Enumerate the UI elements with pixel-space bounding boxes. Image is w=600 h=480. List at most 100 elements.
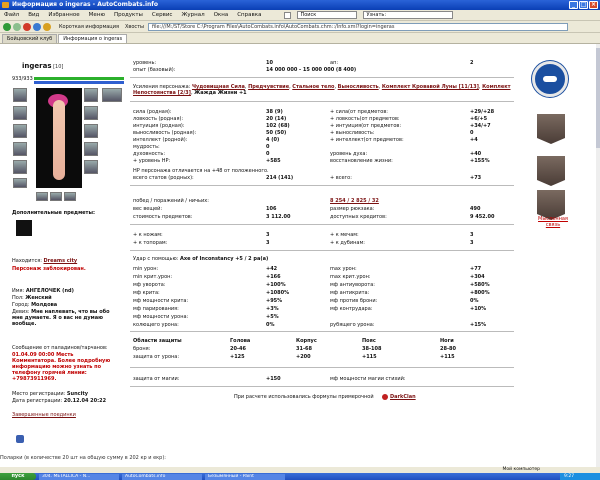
refresh-icon[interactable] [33,22,41,31]
mod-label: мф контрудара: [330,306,373,312]
item-amulet-icon[interactable] [13,106,27,120]
stat-value: 4 (0) [266,137,280,143]
mod-value: +1080% [266,290,290,296]
divider [130,331,514,332]
item-shield-icon[interactable] [84,124,98,138]
menu-help[interactable]: Справка [237,12,261,18]
stats-plus-total-label: + всего: [330,175,352,181]
menu-favorites[interactable]: Избранное [48,12,79,18]
backpack-value: 490 [470,206,481,212]
page-content: ingeras [10] 933/933 Дополнительные пред… [0,44,596,467]
tails-button[interactable]: Хвосты [125,24,144,30]
menu-products[interactable]: Продукты [114,12,143,18]
menu-menu[interactable]: Меню [89,12,105,18]
city-label: Город: [12,302,30,308]
stat-value: 50 (50) [266,130,287,136]
stat-value: +585 [266,158,281,164]
armor-value: 28-80 [440,346,456,352]
stat-value: 0 [266,144,270,150]
item-boots-icon[interactable] [84,160,98,174]
search-combo[interactable]: Поиск [297,11,358,19]
location-link[interactable]: Dreams city [44,258,78,264]
clan-link[interactable]: DarkClan [390,394,416,400]
mental-link[interactable]: Мысленная связь [532,216,574,228]
paladin-msg-5: +79873911969. [12,376,57,382]
axes-value: 3 [266,240,270,246]
short-info-button[interactable]: Короткая информация [59,24,119,30]
axes-label: + к топорам: [133,240,168,246]
item-helmet-icon[interactable] [13,88,27,102]
armor-header: Корпус [296,338,317,344]
completed-battles-link[interactable]: Завершенные поединки [12,412,76,418]
item-gloves-icon[interactable] [84,106,98,120]
stats-total-label: всего статов (родных): [133,175,194,181]
mod-label: max урон: [330,266,357,272]
stat-bonus-value: 0 [470,130,474,136]
sex-value: Женский [25,295,52,301]
reg-place-label: Место регистрации: [12,391,66,397]
item-small2-icon[interactable] [50,192,62,201]
forward-icon[interactable] [13,22,21,31]
item-legs-icon[interactable] [84,142,98,156]
menu-service[interactable]: Сервис [152,12,173,18]
stop-icon[interactable] [23,22,31,31]
buff-blood-moon-set[interactable]: Комплект Кровавой Луны [11/13] [382,84,479,90]
mod-value: 0% [266,322,275,328]
task-autocombats[interactable]: AutoCombats.info [122,473,202,480]
buff-steel-body[interactable]: Стальное тело [292,84,334,90]
swords-value: 3 [470,232,474,238]
item-earring-icon[interactable] [84,88,98,102]
buff-premonition[interactable]: Предчувствие [248,84,289,90]
item-ring-icon[interactable] [13,178,27,188]
items-cost-label: стоимость предметов: [133,214,193,220]
footer-text: Поларки (в количестве 20 шт на общую сум… [0,455,166,461]
mod-value: +95% [266,298,283,304]
scrollbar-thumb[interactable] [596,48,600,148]
tshirt-icon[interactable] [16,220,32,236]
home-icon[interactable] [43,22,51,31]
clubs-label: + к дубинам: [330,240,365,246]
armor-value: +115 [440,354,455,360]
close-button[interactable]: × [589,1,598,9]
item-small3-icon[interactable] [64,192,76,201]
task-metallica[interactable]: 304. METALLICA - N... [39,473,119,480]
menu-journal[interactable]: Журнал [181,12,204,18]
clan-crest-icon[interactable] [532,61,568,97]
real-name: АНГЕЛОЧЕК (nd) [25,288,74,294]
task-paint[interactable]: Безымянный - Paint [205,473,285,480]
menu-view[interactable]: Вид [28,12,39,18]
maximize-button[interactable]: □ [579,1,588,9]
toolbar-icon[interactable] [284,11,292,19]
magic-power-label: мф мощности магии стихий: [330,376,406,382]
stat-label: сила (родная): [133,109,172,115]
formula-note: При расчете использовались формулы приме… [234,394,374,400]
buff-endurance[interactable]: Выносливость [338,84,379,90]
stat-bonus-label: + сила(от предметов: [330,109,388,115]
mod-value: +42 [266,266,278,272]
menu-file[interactable]: Файл [4,12,19,18]
stat-label: духовность: [133,151,166,157]
mod-value: +800% [470,290,490,296]
extra-items-title: Дополнительные предметы: [12,210,95,216]
hp-note: HP персонажа отличается на +48 от положе… [133,168,269,174]
char-hp: 933/933 [12,76,33,82]
stat-label: ловкость (родная): [133,116,184,122]
battles-value[interactable]: 8 254 / 2 825 / 32 [330,198,379,204]
menu-windows[interactable]: Окна [214,12,229,18]
minimize-button[interactable]: _ [569,1,578,9]
item-armor-icon[interactable] [13,142,27,156]
item-spell-icon[interactable] [102,88,122,102]
attack-label: Удар с помощью: [133,256,179,262]
scrollbar[interactable] [596,44,600,467]
address-bar[interactable]: file:///M:/ST/Store C:\Program Files\Aut… [148,22,569,31]
item-small1-icon[interactable] [36,192,48,201]
item-belt-icon[interactable] [13,160,27,174]
armor-value: +115 [362,354,377,360]
tab-fight-club[interactable]: Бойцовский клуб [2,34,58,43]
learn-combo[interactable]: Узнать: [363,11,454,19]
stat-label: интеллект (родной): [133,137,188,143]
start-button[interactable]: пуск [0,473,36,480]
tab-info[interactable]: Информация о ingeras [58,34,128,43]
back-icon[interactable] [3,22,11,31]
item-weapon-icon[interactable] [13,124,27,138]
